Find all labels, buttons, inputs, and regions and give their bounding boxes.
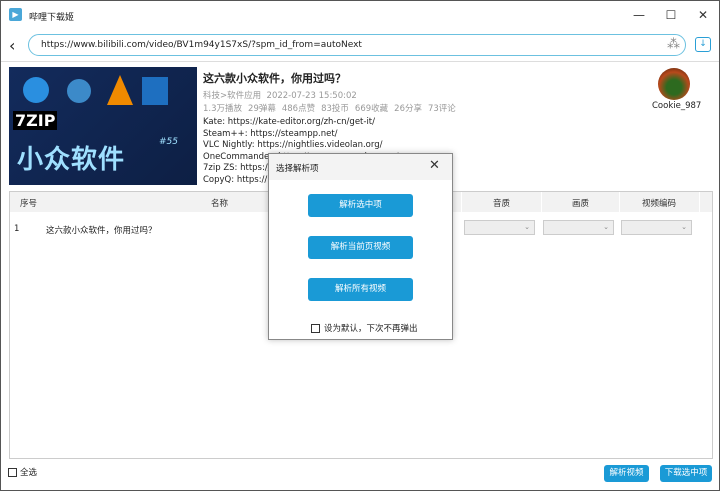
row-index: 1 [14,224,20,234]
video-title: 这六款小众软件，你用过吗？ [203,72,346,85]
publish-date: 2022-07-23 15:50:02 [266,91,357,101]
url-input[interactable]: https://www.bilibili.com/video/BV1m94y1S… [28,34,686,56]
stat-comments: 73评论 [427,104,456,114]
close-button[interactable]: ✕ [691,5,715,25]
header-codec: 视频编码 [642,199,677,209]
video-quality-select[interactable]: ⌄ [543,220,614,235]
back-icon[interactable]: ‹ [9,36,15,55]
audio-select[interactable]: ⌄ [464,220,535,235]
header-audio: 音质 [493,199,511,209]
stat-danmaku: 29弹幕 [248,104,276,114]
stat-coins: 83投币 [321,104,349,114]
select-all-checkbox[interactable]: 全选 [8,466,37,478]
dialog-header: 选择解析项 ✕ [269,154,452,180]
download-selected-button[interactable]: 下载选中项 [660,465,712,482]
header-index: 序号 [20,199,38,209]
parse-video-button[interactable]: 解析视频 [604,465,649,482]
checkbox[interactable] [8,467,17,477]
desc-line: Steam++: https://steampp.net/ [203,128,338,139]
uploader-avatar[interactable] [658,68,690,100]
dialog-close-icon[interactable]: ✕ [429,158,440,173]
download-manager-icon[interactable]: ↓ [695,37,711,52]
checkbox[interactable] [311,323,320,333]
parse-current-page-button[interactable]: 解析当前页视频 [308,236,413,259]
thumbnail-number: #55 [159,137,178,147]
row-name: 这六款小众软件，你用过吗？ [46,226,157,236]
thumbnail-zip-text: 7ZIP [13,111,58,130]
video-stats: 1.3万播放 29弹幕 486点赞 83投币 669收藏 26分享 73评论 [203,102,462,114]
default-checkbox[interactable]: 设为默认，下次不再弹出 [311,322,418,334]
category: 科技>软件应用 [203,91,262,101]
header-name: 名称 [211,199,229,209]
select-all-label: 全选 [20,468,38,478]
app-logo-icon: ▶ [9,8,22,21]
video-meta: 科技>软件应用 2022-07-23 15:50:02 [203,89,357,101]
stat-shares: 26分享 [394,104,422,114]
desc-line: VLC Nightly: https://nightlies.videolan.… [203,140,383,150]
stat-likes: 486点赞 [281,104,316,114]
title-bar: ▶ 哔哩下载姬 — ☐ ✕ [1,1,719,31]
parse-all-button[interactable]: 解析所有视频 [308,278,413,301]
dialog-title: 选择解析项 [276,164,319,174]
thumbnail-text: 小众软件 [17,145,126,175]
stat-views: 1.3万播放 [203,104,243,114]
header-video-quality: 画质 [572,199,590,209]
codec-select[interactable]: ⌄ [621,220,692,235]
stat-favorites: 669收藏 [354,104,389,114]
divider [1,61,719,62]
minimize-button[interactable]: — [627,5,651,25]
desc-line: Kate: https://kate-editor.org/zh-cn/get-… [203,117,376,127]
parse-selected-button[interactable]: 解析选中项 [308,194,413,217]
maximize-button[interactable]: ☐ [659,5,683,25]
window-title: 哔哩下载姬 [29,13,75,23]
loading-spinner-icon: ⁂ [667,37,680,52]
default-checkbox-label: 设为默认，下次不再弹出 [324,324,418,334]
parse-options-dialog: 选择解析项 ✕ 解析选中项 解析当前页视频 解析所有视频 设为默认，下次不再弹出 [268,153,453,340]
video-thumbnail: 7ZIP 小众软件 #55 [9,67,197,185]
uploader-name[interactable]: Cookie_987 [652,101,701,111]
